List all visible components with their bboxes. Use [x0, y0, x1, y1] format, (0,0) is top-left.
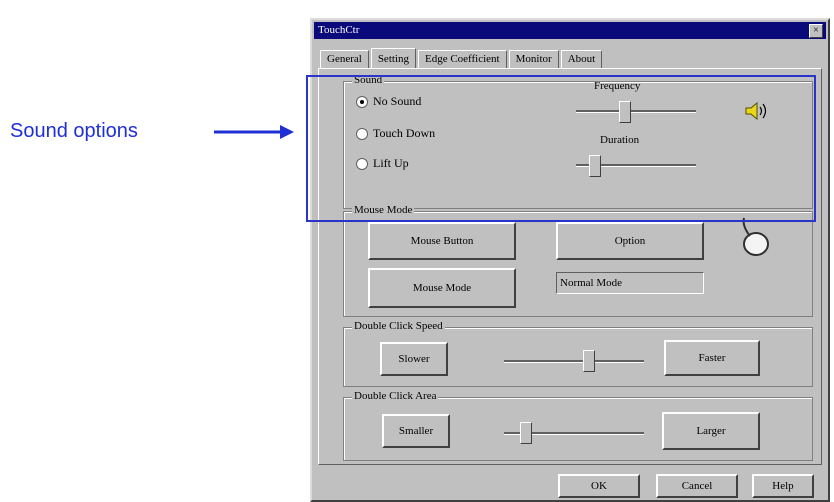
close-button[interactable]: × — [809, 24, 823, 38]
radio-touch-down-dot — [356, 127, 368, 140]
double-click-speed-thumb[interactable] — [583, 350, 595, 372]
double-click-area-group: Double Click Area Smaller Larger — [343, 390, 813, 461]
speaker-icon — [745, 101, 767, 121]
cancel-button[interactable]: Cancel — [656, 474, 738, 498]
slower-button[interactable]: Slower — [380, 342, 448, 376]
mouse-icon — [742, 217, 769, 256]
frequency-slider-thumb[interactable] — [619, 101, 631, 123]
tab-edge-coefficient[interactable]: Edge Coefficient — [417, 50, 507, 68]
radio-lift-up[interactable]: Lift Up — [356, 156, 409, 171]
frequency-label: Frequency — [594, 80, 641, 92]
callout-arrow-icon — [214, 125, 294, 139]
help-button[interactable]: Help — [752, 474, 814, 498]
ok-button[interactable]: OK — [558, 474, 640, 498]
sound-group-title: Sound — [352, 74, 385, 86]
double-click-speed-group-title: Double Click Speed — [352, 320, 445, 332]
faster-button[interactable]: Faster — [664, 340, 760, 376]
frequency-slider-track[interactable] — [576, 110, 696, 113]
smaller-button[interactable]: Smaller — [382, 414, 450, 448]
tab-monitor[interactable]: Monitor — [508, 50, 559, 68]
double-click-speed-track[interactable] — [504, 360, 644, 363]
radio-lift-up-dot — [356, 157, 368, 170]
tab-general[interactable]: General — [320, 50, 369, 68]
mouse-button-button[interactable]: Mouse Button — [368, 222, 516, 260]
mouse-mode-group: Mouse Mode Mouse Button Option Mouse Mod… — [343, 204, 813, 317]
radio-no-sound[interactable]: No Sound — [356, 94, 421, 109]
double-click-area-group-title: Double Click Area — [352, 390, 439, 402]
duration-label: Duration — [600, 134, 640, 146]
radio-no-sound-label: No Sound — [373, 94, 422, 108]
window-title: TouchCtr — [318, 24, 360, 36]
duration-slider-thumb[interactable] — [589, 155, 601, 177]
double-click-area-thumb[interactable] — [520, 422, 532, 444]
tab-about[interactable]: About — [560, 50, 603, 68]
double-click-speed-group: Double Click Speed Slower Faster — [343, 320, 813, 387]
mouse-mode-readout: Normal Mode — [556, 272, 704, 294]
sound-options-callout-label: Sound options — [10, 120, 138, 142]
title-bar: TouchCtr × — [314, 22, 826, 39]
tab-strip: General Setting Edge Coefficient Monitor… — [320, 48, 604, 68]
radio-touch-down-label: Touch Down — [373, 126, 436, 140]
tab-setting[interactable]: Setting — [370, 48, 416, 68]
setting-tab-panel: Sound No Sound Touch Down Lift Up Freque… — [318, 68, 822, 465]
mouse-mode-group-title: Mouse Mode — [352, 204, 415, 216]
radio-no-sound-dot — [356, 95, 368, 108]
touchctr-dialog: TouchCtr × General Setting Edge Coeffici… — [310, 18, 830, 502]
sound-group: Sound No Sound Touch Down Lift Up Freque… — [343, 74, 813, 209]
radio-lift-up-label: Lift Up — [373, 156, 409, 170]
option-button[interactable]: Option — [556, 222, 704, 260]
mouse-mode-button[interactable]: Mouse Mode — [368, 268, 516, 308]
larger-button[interactable]: Larger — [662, 412, 760, 450]
radio-touch-down[interactable]: Touch Down — [356, 126, 435, 141]
close-icon: × — [813, 25, 819, 36]
